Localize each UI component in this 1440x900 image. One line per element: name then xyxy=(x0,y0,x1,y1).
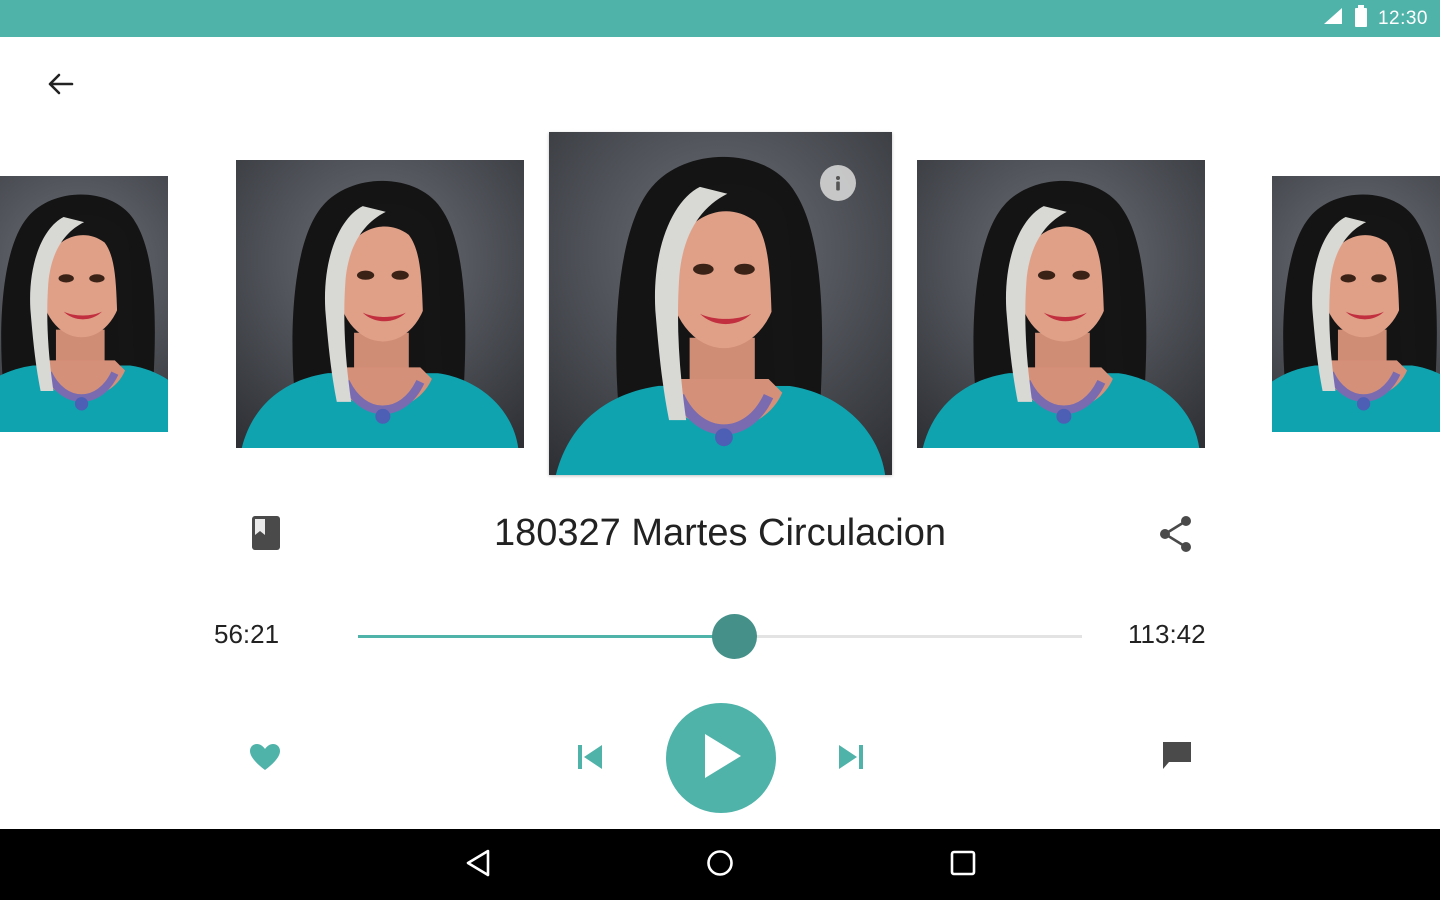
seek-bar[interactable] xyxy=(358,614,1082,659)
cover-portrait xyxy=(917,160,1205,448)
cover-image-next-2[interactable] xyxy=(1272,176,1440,432)
nav-home-icon xyxy=(705,848,735,883)
comment-icon xyxy=(1160,739,1194,776)
status-time: 12:30 xyxy=(1377,7,1428,29)
cover-portrait xyxy=(0,176,168,432)
book-button[interactable] xyxy=(244,512,288,558)
cover-image-next[interactable] xyxy=(917,160,1205,448)
share-icon xyxy=(1158,515,1194,558)
seek-progress xyxy=(358,635,735,638)
signal-icon xyxy=(1322,6,1344,31)
favorite-button[interactable] xyxy=(242,736,288,782)
track-title: 180327 Martes Circulacion xyxy=(493,512,946,554)
status-bar: 12:30 xyxy=(0,0,1440,37)
play-button[interactable] xyxy=(666,703,776,813)
info-button[interactable] xyxy=(820,165,856,201)
nav-recents-icon xyxy=(949,849,977,882)
next-button[interactable] xyxy=(828,736,874,782)
battery-icon xyxy=(1354,5,1368,32)
previous-button[interactable] xyxy=(567,736,613,782)
nav-back-button[interactable] xyxy=(456,843,500,887)
cover-portrait xyxy=(1272,176,1440,432)
back-button[interactable] xyxy=(38,66,82,106)
total-time: 113:42 xyxy=(1128,619,1206,649)
cover-image-current[interactable] xyxy=(549,132,892,475)
status-icons: 12:30 xyxy=(1322,0,1428,37)
elapsed-time: 56:21 xyxy=(214,619,280,649)
info-icon xyxy=(828,173,848,193)
navigation-bar xyxy=(0,829,1440,900)
share-button[interactable] xyxy=(1154,513,1198,559)
cover-portrait xyxy=(236,160,524,448)
skip-previous-icon xyxy=(574,741,606,778)
skip-next-icon xyxy=(835,741,867,778)
nav-recents-button[interactable] xyxy=(941,843,985,887)
nav-back-icon xyxy=(464,848,492,883)
play-icon xyxy=(699,731,743,786)
heart-icon xyxy=(249,743,281,776)
arrow-left-icon xyxy=(46,72,74,101)
comment-button[interactable] xyxy=(1154,734,1200,780)
seek-thumb[interactable] xyxy=(712,614,758,659)
nav-home-button[interactable] xyxy=(698,843,742,887)
cover-image-prev-2[interactable] xyxy=(0,176,168,432)
book-icon xyxy=(250,514,282,557)
cover-image-prev[interactable] xyxy=(236,160,524,448)
